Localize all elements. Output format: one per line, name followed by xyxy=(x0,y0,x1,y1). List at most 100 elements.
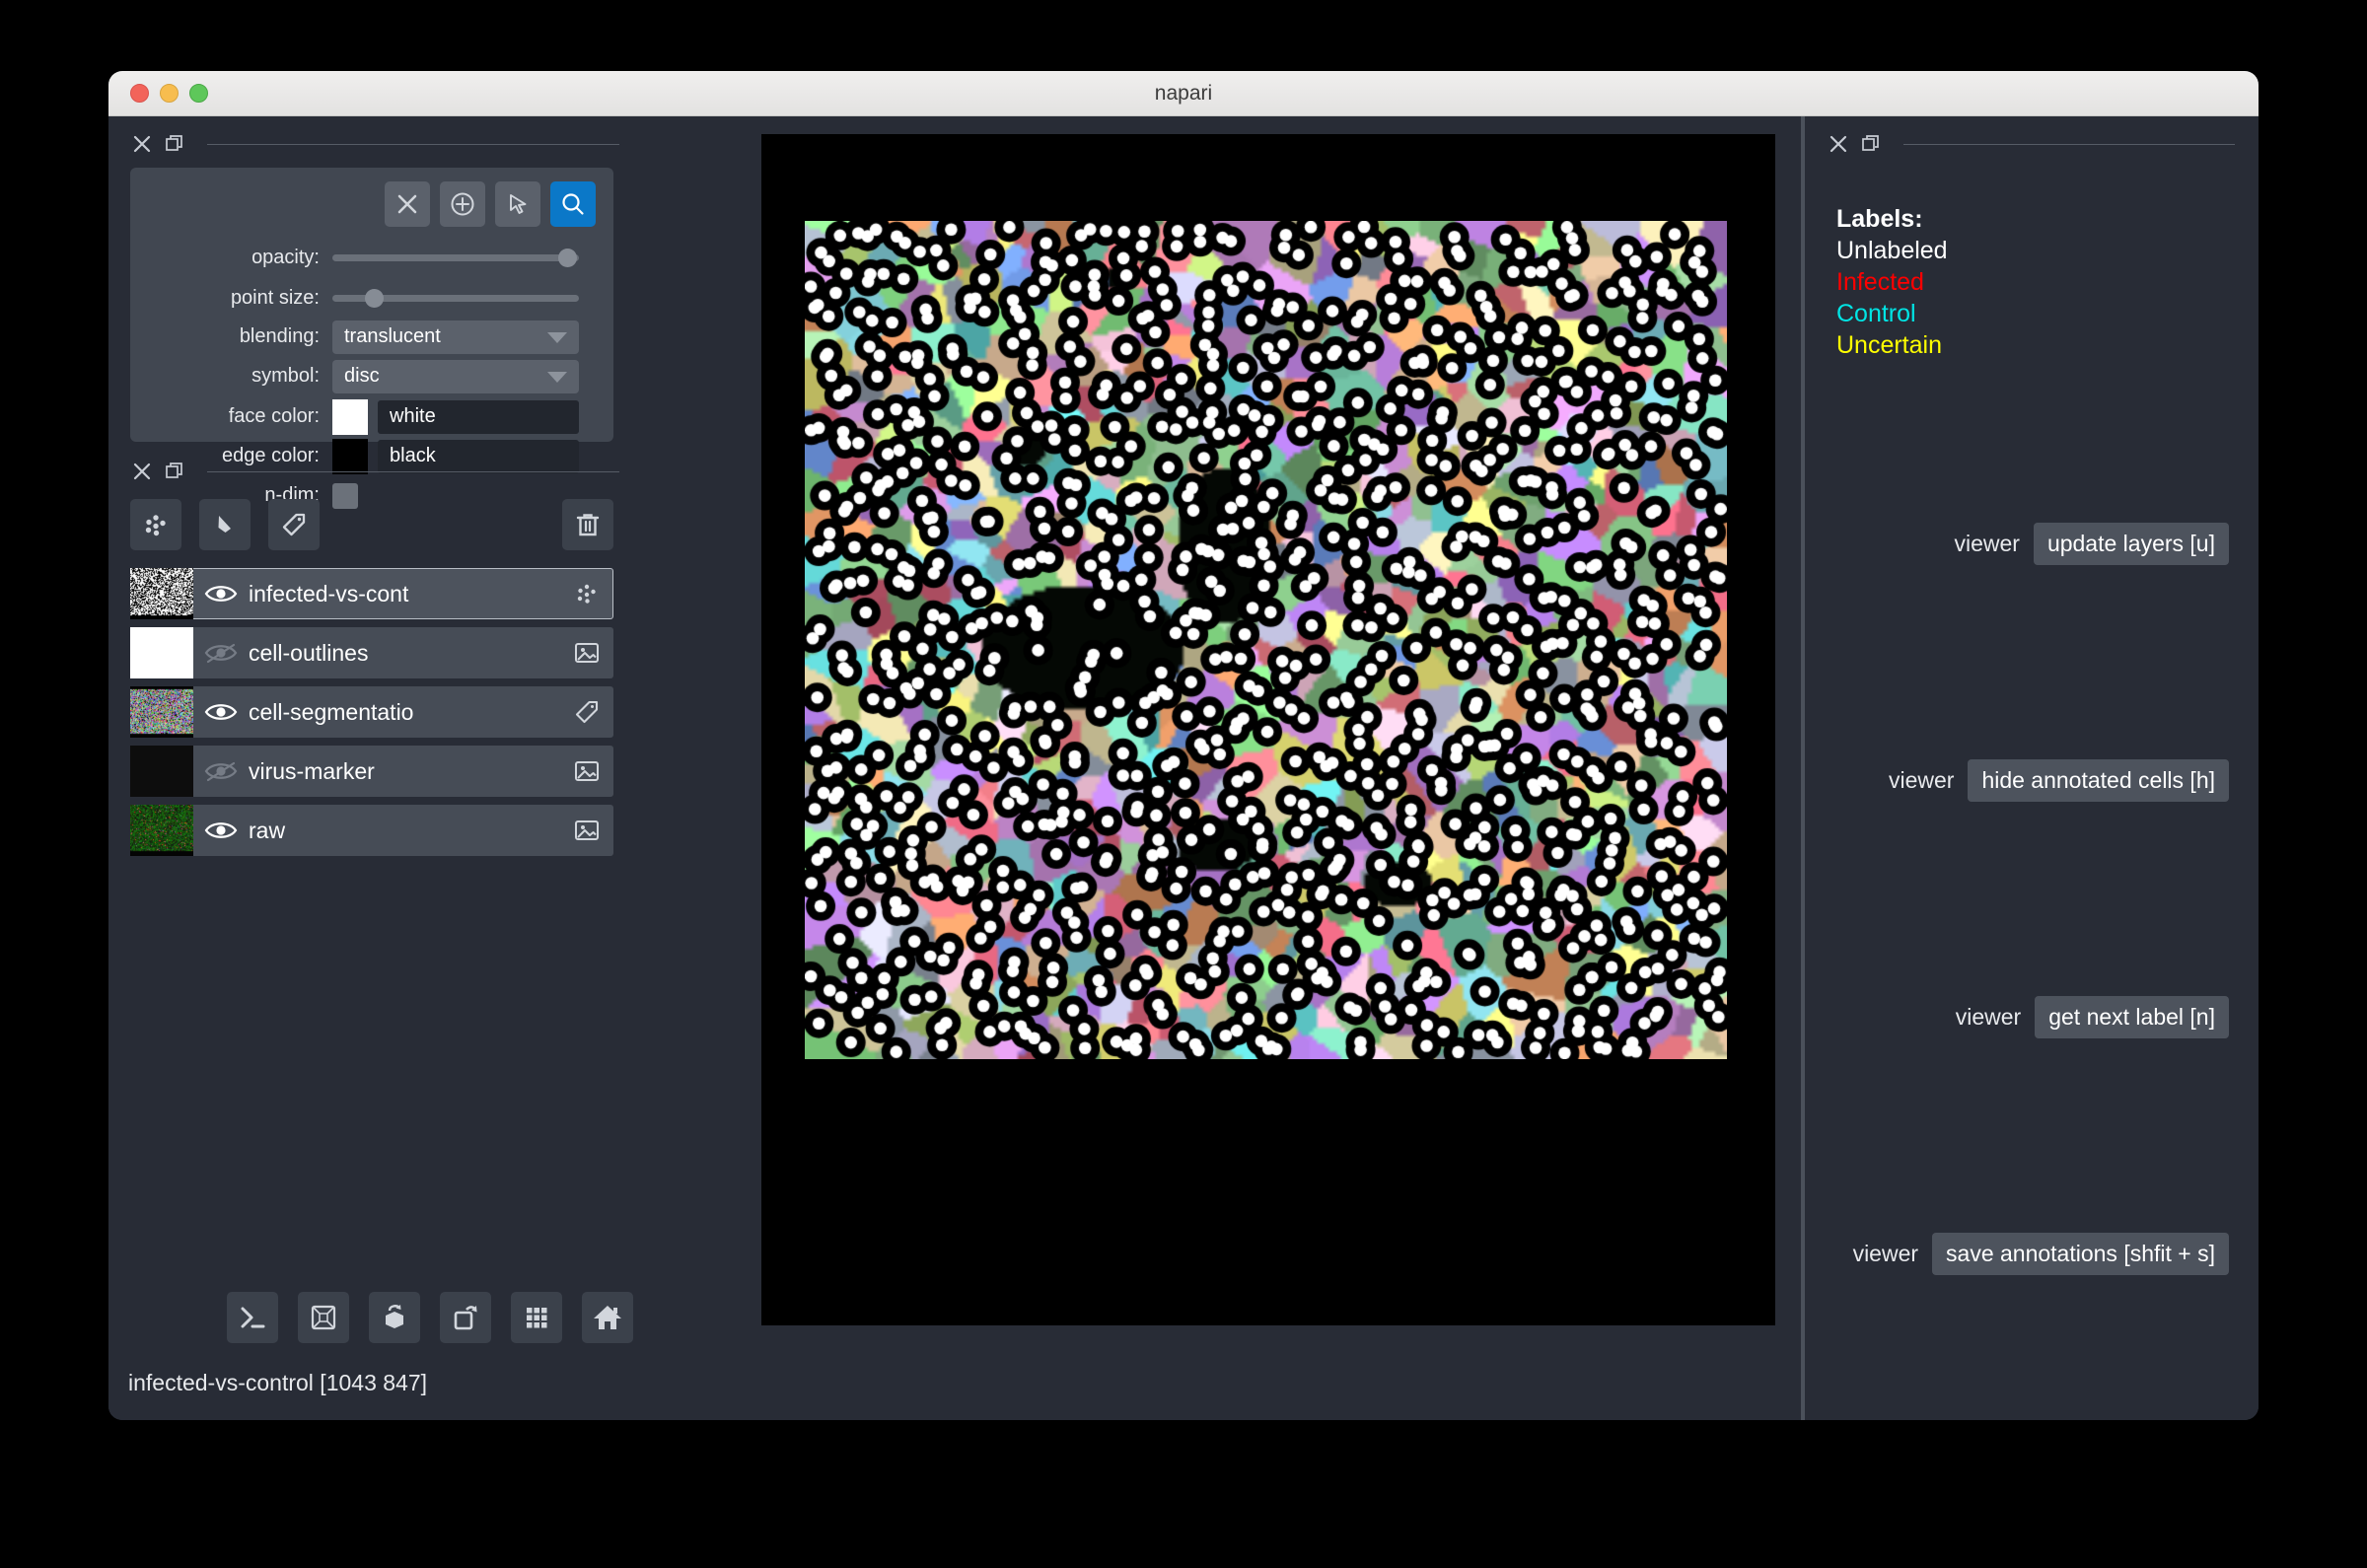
layer-row[interactable]: raw xyxy=(130,805,613,856)
layer-name: virus-marker xyxy=(249,757,375,784)
layer-list: infected-vs-cont cell-outlines cell-segm… xyxy=(130,568,613,864)
face-color-swatch[interactable] xyxy=(332,398,368,435)
pan-zoom-button[interactable] xyxy=(550,181,596,227)
point-size-slider[interactable] xyxy=(332,282,579,315)
eye-hidden-icon xyxy=(204,761,238,782)
label-entry-uncertain: Uncertain xyxy=(1836,331,1942,359)
layer-thumbnail xyxy=(130,746,193,797)
wireframe-cube-icon xyxy=(311,1305,336,1330)
x-icon xyxy=(397,194,417,214)
layer-name: cell-segmentatio xyxy=(249,698,414,725)
add-points-button[interactable] xyxy=(440,181,485,227)
hide-annotated-cells-owner-label: viewer xyxy=(1888,767,1955,793)
plus-circle-icon xyxy=(451,192,474,216)
status-bar: infected-vs-control [1043 847] xyxy=(128,1370,428,1395)
symbol-row: symbol: disc xyxy=(130,359,613,393)
layer-visibility-toggle[interactable] xyxy=(193,642,249,664)
layer-type-icon xyxy=(560,638,613,668)
layer-visibility-toggle[interactable] xyxy=(193,583,249,605)
transpose-square-icon xyxy=(454,1306,477,1330)
select-points-button[interactable] xyxy=(495,181,540,227)
points-icon xyxy=(577,584,596,604)
blending-row: blending: translucent xyxy=(130,320,613,354)
opacity-slider[interactable] xyxy=(332,242,579,274)
layer-visibility-toggle[interactable] xyxy=(193,760,249,782)
console-button[interactable] xyxy=(227,1292,278,1343)
face-color-row: face color: white xyxy=(130,398,613,435)
eye-hidden-icon xyxy=(204,643,238,664)
roll-dims-button[interactable] xyxy=(369,1292,420,1343)
save-annotations-owner-label: viewer xyxy=(1852,1241,1919,1266)
viewer-button-bar xyxy=(227,1292,633,1343)
layer-type-icon xyxy=(560,816,613,845)
float-dock-icon[interactable] xyxy=(165,462,184,481)
layer-type-icon xyxy=(560,697,613,727)
home-button[interactable] xyxy=(582,1292,633,1343)
layer-action-buttons xyxy=(130,499,613,550)
float-dock-icon[interactable] xyxy=(1861,134,1881,154)
close-dock-icon[interactable] xyxy=(1829,134,1848,154)
toggle-ndisplay-button[interactable] xyxy=(298,1292,349,1343)
opacity-row: opacity: xyxy=(130,242,613,274)
layer-thumbnail xyxy=(130,627,193,678)
update-layers-button[interactable]: update layers [u] xyxy=(2033,523,2229,565)
save-annotations-button[interactable]: save annotations [shfit + s] xyxy=(1932,1233,2229,1275)
points-icon xyxy=(145,515,166,536)
canvas-area xyxy=(643,134,1775,1416)
save-annotations-action-row: viewer save annotations [shfit + s] xyxy=(1853,1233,2229,1275)
viewer-canvas[interactable] xyxy=(761,134,1775,1325)
layer-name: infected-vs-cont xyxy=(249,580,409,606)
hide-annotated-cells-button[interactable]: hide annotated cells [h] xyxy=(1968,759,2229,802)
layer-row[interactable]: infected-vs-cont xyxy=(130,568,613,619)
opacity-label: opacity: xyxy=(251,247,320,268)
layer-visibility-toggle[interactable] xyxy=(193,820,249,841)
new-shapes-layer-button[interactable] xyxy=(199,499,251,550)
point-size-slider-handle[interactable] xyxy=(365,289,384,308)
labels-legend-header: Labels: xyxy=(1836,205,1923,233)
symbol-select[interactable]: disc xyxy=(332,359,579,393)
image-icon xyxy=(575,761,599,781)
delete-selected-points-button[interactable] xyxy=(385,181,430,227)
layer-visibility-toggle[interactable] xyxy=(193,701,249,723)
layer-list-dock: infected-vs-cont cell-outlines cell-segm… xyxy=(108,462,643,856)
close-dock-icon[interactable] xyxy=(132,462,152,481)
roll-cube-icon xyxy=(386,1305,403,1328)
image-icon xyxy=(575,820,599,840)
points-controls-dock-header xyxy=(108,116,643,154)
update-layers-owner-label: viewer xyxy=(1954,531,2020,556)
image-icon xyxy=(575,643,599,663)
segmentation-render xyxy=(805,221,1727,1059)
get-next-label-button[interactable]: get next label [n] xyxy=(2035,996,2229,1038)
float-dock-icon[interactable] xyxy=(165,134,184,154)
chevron-down-icon xyxy=(547,371,567,383)
dock-header-rule xyxy=(1903,143,2235,145)
opacity-slider-handle[interactable] xyxy=(558,249,577,267)
layer-type-icon xyxy=(560,579,613,608)
dock-header-rule xyxy=(207,470,619,472)
close-dock-icon[interactable] xyxy=(132,134,152,154)
layer-row[interactable]: virus-marker xyxy=(130,746,613,797)
grid-view-button[interactable] xyxy=(511,1292,562,1343)
opacity-slider-track xyxy=(332,254,579,261)
new-points-layer-button[interactable] xyxy=(130,499,181,550)
point-size-label: point size: xyxy=(230,287,320,309)
new-labels-layer-button[interactable] xyxy=(268,499,320,550)
delete-layer-button[interactable] xyxy=(562,499,613,550)
grid-icon xyxy=(527,1308,547,1328)
layer-dock-header xyxy=(108,462,643,481)
label-entry-control: Control xyxy=(1836,300,1916,327)
left-dock: opacity: point size: blending: transluce… xyxy=(108,116,643,1420)
layer-row[interactable]: cell-segmentatio xyxy=(130,686,613,738)
point-size-row: point size: xyxy=(130,282,613,315)
labels-tag-icon xyxy=(282,513,306,536)
symbol-label: symbol: xyxy=(251,365,320,387)
transpose-dims-button[interactable] xyxy=(440,1292,491,1343)
layer-row[interactable]: cell-outlines xyxy=(130,627,613,678)
layer-name: cell-outlines xyxy=(249,639,369,666)
layer-thumbnail xyxy=(130,686,193,738)
blending-select[interactable]: translucent xyxy=(332,320,579,354)
magnifier-icon xyxy=(562,193,584,215)
face-color-input[interactable]: white xyxy=(378,399,579,434)
points-tool-row xyxy=(385,181,596,227)
face-color-label: face color: xyxy=(228,405,320,427)
